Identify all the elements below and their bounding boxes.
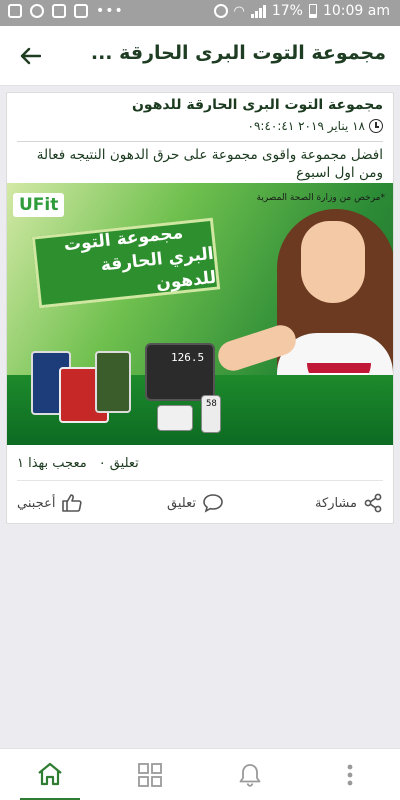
- page-title: مجموعة التوت البرى الحارقة ...: [90, 42, 386, 64]
- mail-icon: [52, 4, 66, 18]
- like-label: أعجبني: [17, 495, 56, 511]
- likes-count[interactable]: معجب بهذا ١: [17, 456, 87, 471]
- blood-pressure-monitor: [157, 405, 193, 431]
- grid-icon: [138, 763, 162, 787]
- comment-bubble-icon: [203, 494, 223, 513]
- status-indicators: ◠ 17% 10:09 am: [213, 3, 390, 19]
- bottom-navigation: [0, 748, 400, 800]
- home-icon: [38, 762, 62, 785]
- post-date: ١٨ يناير ٢٠١٩ ٠٩:٤٠:٤١: [248, 119, 383, 133]
- post-date-text: ١٨ يناير ٢٠١٩ ٠٩:٤٠:٤١: [247, 119, 365, 133]
- post-body: افضل مجموعة واقوى مجموعة على حرق الدهون …: [36, 147, 383, 181]
- battery-icon: [308, 4, 317, 18]
- clock-icon: [369, 119, 383, 133]
- status-bar: ••• ◠ 17% 10:09 am: [0, 0, 400, 26]
- app-bar: مجموعة التوت البرى الحارقة ...: [0, 26, 400, 86]
- post-title[interactable]: مجموعة التوت البرى الحارقة للدهون: [23, 97, 383, 113]
- nav-home[interactable]: [20, 749, 80, 800]
- more-icon: [347, 764, 353, 786]
- post-actions: مشاركة تعليق أعجبني: [17, 489, 383, 517]
- brand-logo: UFit: [13, 193, 65, 217]
- status-notifications: •••: [8, 4, 124, 18]
- sync-icon: [30, 4, 44, 18]
- post-image[interactable]: UFit *مرخص من وزارة الصحة المصرية مجموعة…: [7, 183, 393, 445]
- meter-reading: 58: [206, 399, 217, 409]
- clock-time: 10:09 am: [322, 3, 390, 19]
- youtube-icon: [74, 4, 88, 18]
- nav-notifications[interactable]: [220, 749, 280, 800]
- share-icon: [364, 493, 382, 513]
- more-notifications-icon: •••: [96, 3, 124, 19]
- banner-headline: مجموعة التوت البري الحارقة للدهون: [31, 217, 221, 309]
- divider: [17, 480, 383, 481]
- arrow-back-icon: [20, 47, 41, 65]
- bell-icon: [239, 764, 261, 787]
- alarm-icon: [213, 4, 228, 18]
- like-button[interactable]: أعجبني: [17, 489, 83, 517]
- gallery-icon: [8, 4, 22, 18]
- signal-icon: [250, 4, 266, 18]
- post-stats: تعليق ٠ معجب بهذا ١: [17, 456, 383, 471]
- thumbs-up-icon: [62, 494, 83, 512]
- divider: [17, 141, 383, 142]
- share-button[interactable]: مشاركة: [315, 489, 383, 517]
- ministry-note: *مرخص من وزارة الصحة المصرية: [256, 193, 385, 203]
- comment-button[interactable]: تعليق: [167, 489, 224, 517]
- post-card: مجموعة التوت البرى الحارقة للدهون ١٨ ينا…: [6, 92, 394, 524]
- battery-percent: 17%: [271, 3, 303, 19]
- back-button[interactable]: [14, 40, 46, 72]
- nav-more[interactable]: [320, 749, 380, 800]
- comment-label: تعليق: [167, 495, 196, 511]
- nav-categories[interactable]: [120, 749, 180, 800]
- share-label: مشاركة: [315, 495, 357, 511]
- comments-count[interactable]: تعليق ٠: [99, 456, 139, 471]
- scale-reading: 126.5: [171, 351, 205, 364]
- product-jar-green: [95, 351, 131, 413]
- model-face: [301, 221, 365, 303]
- wifi-icon: ◠: [233, 3, 245, 19]
